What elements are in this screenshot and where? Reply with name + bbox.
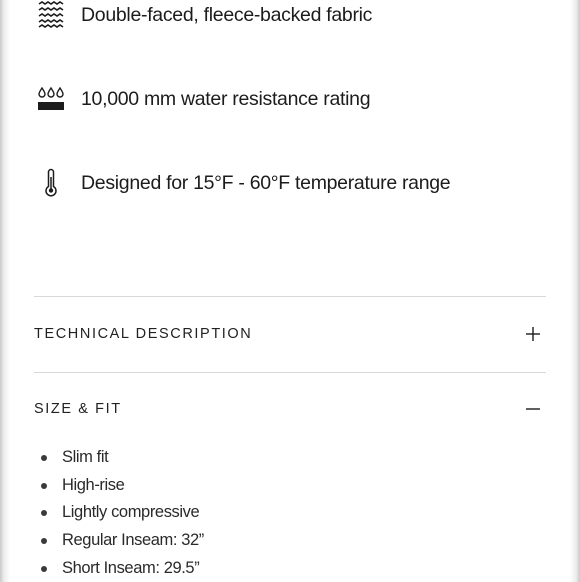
- list-item: High-rise: [34, 472, 204, 500]
- feature-text: Designed for 15°F - 60°F temperature ran…: [81, 171, 451, 194]
- size-fit-list: Slim fit High-rise Lightly compressive R…: [34, 444, 204, 582]
- feature-fabric: Double-faced, fleece-backed fabric: [34, 0, 372, 30]
- accordion-title: TECHNICAL DESCRIPTION: [34, 326, 253, 342]
- divider: [34, 296, 546, 297]
- feature-text: Double-faced, fleece-backed fabric: [81, 3, 373, 26]
- list-item: Short Inseam: 29.5”: [34, 555, 204, 582]
- divider: [34, 372, 546, 373]
- feature-text: 10,000 mm water resistance rating: [81, 87, 371, 110]
- minus-icon[interactable]: [524, 400, 542, 418]
- list-item: Slim fit: [34, 444, 204, 472]
- plus-icon[interactable]: [524, 325, 542, 343]
- list-item: Lightly compressive: [34, 499, 204, 527]
- accordion-size-fit[interactable]: SIZE & FIT: [34, 395, 546, 423]
- list-item: Regular Inseam: 32”: [34, 527, 204, 555]
- water-drops-icon: [34, 84, 68, 114]
- feature-water: 10,000 mm water resistance rating: [34, 84, 371, 114]
- fabric-waves-icon: [34, 0, 68, 30]
- thermometer-icon: [34, 168, 68, 198]
- feature-temperature: Designed for 15°F - 60°F temperature ran…: [34, 168, 451, 198]
- accordion-technical-description[interactable]: TECHNICAL DESCRIPTION: [34, 320, 546, 348]
- accordion-title: SIZE & FIT: [34, 401, 122, 417]
